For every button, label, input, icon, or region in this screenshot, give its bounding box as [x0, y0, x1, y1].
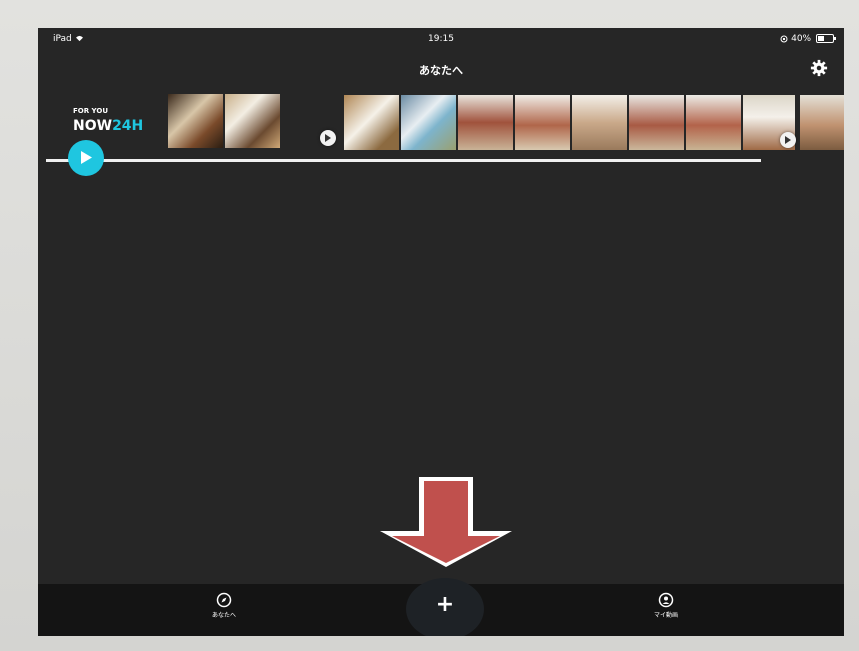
tab-label: マイ動画 — [653, 612, 678, 619]
video-thumbnail[interactable] — [225, 94, 280, 148]
play-marker-icon[interactable] — [320, 130, 336, 146]
profile-icon — [658, 592, 674, 608]
brand-title-accent: 24H — [112, 118, 144, 134]
brand-title-main: NOW — [73, 118, 113, 134]
play-marker-icon[interactable] — [780, 132, 796, 148]
brand-subtitle: FOR YOU — [73, 107, 109, 115]
tab-label: あなたへ — [211, 612, 236, 619]
compass-icon — [216, 592, 232, 608]
battery-icon — [816, 34, 836, 43]
status-bar: iPad 19:15 40% — [38, 28, 844, 48]
down-arrow-annotation-icon — [380, 477, 512, 567]
plus-icon: + — [435, 592, 455, 617]
video-thumbnail[interactable] — [686, 95, 741, 150]
tab-for-you[interactable]: あなたへ — [194, 592, 254, 619]
battery-percent: 40% — [791, 34, 812, 44]
video-thumbnail[interactable] — [515, 95, 570, 150]
page-title: あなたへ — [419, 64, 463, 77]
status-time: 19:15 — [428, 34, 454, 44]
now24h-logo: FOR YOU NOW24H — [73, 107, 143, 134]
video-thumbnail[interactable] — [401, 95, 456, 150]
play-button[interactable] — [68, 140, 104, 176]
gear-icon[interactable] — [810, 59, 828, 77]
tab-my-videos[interactable]: マイ動画 — [636, 592, 696, 619]
play-icon — [81, 151, 92, 164]
add-video-button[interactable]: + — [406, 578, 484, 636]
video-thumbnail[interactable] — [344, 95, 399, 150]
lock-rotation-icon — [780, 35, 788, 42]
video-thumbnail[interactable] — [458, 95, 513, 150]
tab-bar: あなたへ + マイ動画 — [38, 578, 844, 636]
timeline-track[interactable] — [46, 159, 761, 162]
video-thumbnail[interactable] — [572, 95, 627, 150]
video-thumbnail[interactable] — [168, 94, 223, 148]
video-thumbnail[interactable] — [800, 95, 844, 150]
status-right: 40% — [780, 34, 836, 44]
brand-title: NOW24H — [73, 118, 143, 134]
video-thumbnail[interactable] — [629, 95, 684, 150]
